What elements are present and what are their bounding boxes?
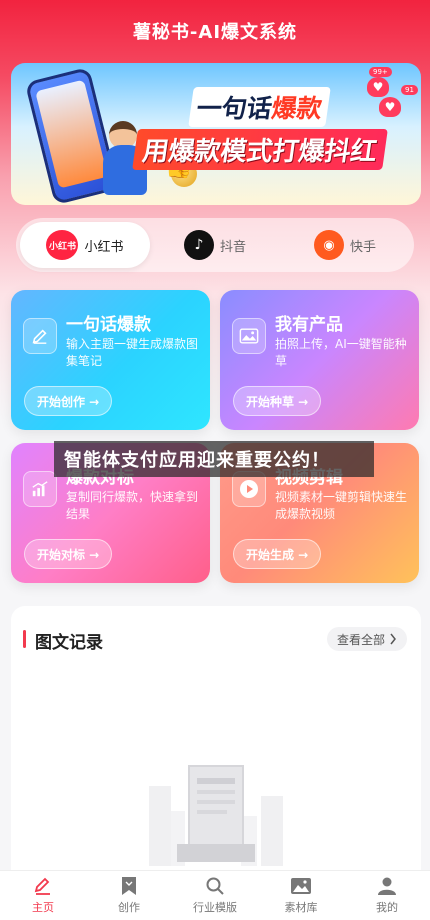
xiaohongshu-logo-icon: 小红书 (46, 230, 79, 260)
promo-banner[interactable]: ¥ ¥ 👍 一句话爆款 用爆款模式打爆抖红 ♥ ♥ 99+ 91 (11, 63, 421, 205)
tab-label: 快手 (349, 239, 376, 255)
card-title: 我有产品 (275, 315, 343, 335)
start-create-button[interactable]: 开始创作 → (24, 386, 113, 416)
nav-label: 行业模版 (193, 901, 237, 914)
nav-materials[interactable]: 素材库 (258, 871, 344, 920)
heart-icon: ♥ (367, 77, 389, 97)
nav-label: 我的 (376, 901, 398, 914)
banner-subheadline: 用爆款模式打爆抖红 (132, 129, 388, 170)
nav-label: 创作 (118, 901, 140, 914)
view-all-label: 查看全部 (336, 632, 385, 647)
empty-state-illustration (149, 765, 283, 866)
nav-home[interactable]: 主页 (0, 871, 86, 920)
tab-kuaishou[interactable]: ◉ 快手 (280, 222, 410, 268)
tab-label: 抖音 (219, 239, 246, 255)
nav-profile[interactable]: 我的 (344, 871, 430, 920)
nav-label: 主页 (32, 901, 54, 914)
like-count-badge: 91 (401, 85, 418, 95)
banner-headline: 一句话爆款 (188, 87, 331, 127)
nav-templates[interactable]: 行业模版 (172, 871, 258, 920)
tab-douyin[interactable]: ♪ 抖音 (150, 222, 280, 268)
section-accent-bar (23, 630, 26, 648)
card-description: 拍照上传，AI一键智能种草 (275, 337, 407, 368)
platform-tabs: 小红书 小红书 ♪ 抖音 ◉ 快手 (16, 218, 414, 272)
start-generate-button[interactable]: 开始生成 → (233, 539, 322, 569)
card-title: 一句话爆款 (66, 315, 151, 335)
card-description: 复制同行爆款，快速拿到结果 (66, 490, 199, 521)
card-description: 视频素材一键剪辑快速生成爆款视频 (275, 490, 408, 521)
pen-icon (32, 876, 54, 896)
heart-icon: ♥ (379, 97, 401, 117)
bookmark-icon (118, 876, 140, 896)
image-icon (290, 876, 312, 896)
start-benchmark-button[interactable]: 开始对标 → (24, 539, 113, 569)
kuaishou-logo-icon: ◉ (313, 230, 344, 260)
search-icon (204, 876, 226, 896)
feature-card-one-sentence[interactable]: 一句话爆款 输入主题一键生成爆款图集笔记 开始创作 → (11, 290, 210, 430)
chevron-right-icon (390, 633, 396, 645)
nav-label: 素材库 (284, 901, 318, 914)
tab-xiaohongshu[interactable]: 小红书 小红书 (20, 222, 150, 268)
chart-icon (23, 471, 57, 507)
nav-create[interactable]: 创作 (86, 871, 172, 920)
app-title: 薯秘书-AI爆文系统 (132, 22, 298, 43)
records-section: 图文记录 查看全部 (11, 606, 421, 886)
view-all-button[interactable]: 查看全部 (326, 627, 407, 651)
tab-label: 小红书 (84, 239, 124, 255)
pen-icon (23, 318, 57, 354)
notice-overlay: 智能体支付应用迎来重要公约！ (54, 441, 374, 477)
user-icon (376, 876, 398, 896)
douyin-logo-icon: ♪ (183, 230, 214, 260)
card-description: 输入主题一键生成爆款图集笔记 (66, 337, 199, 368)
feature-card-product[interactable]: 我有产品 拍照上传，AI一键智能种草 开始种草 → (220, 290, 419, 430)
image-icon (232, 318, 266, 354)
start-seeding-button[interactable]: 开始种草 → (233, 386, 322, 416)
records-title: 图文记录 (35, 633, 103, 653)
bottom-nav: 主页 创作 行业模版 素材库 我的 (0, 870, 430, 920)
like-count-badge: 99+ (369, 67, 392, 77)
